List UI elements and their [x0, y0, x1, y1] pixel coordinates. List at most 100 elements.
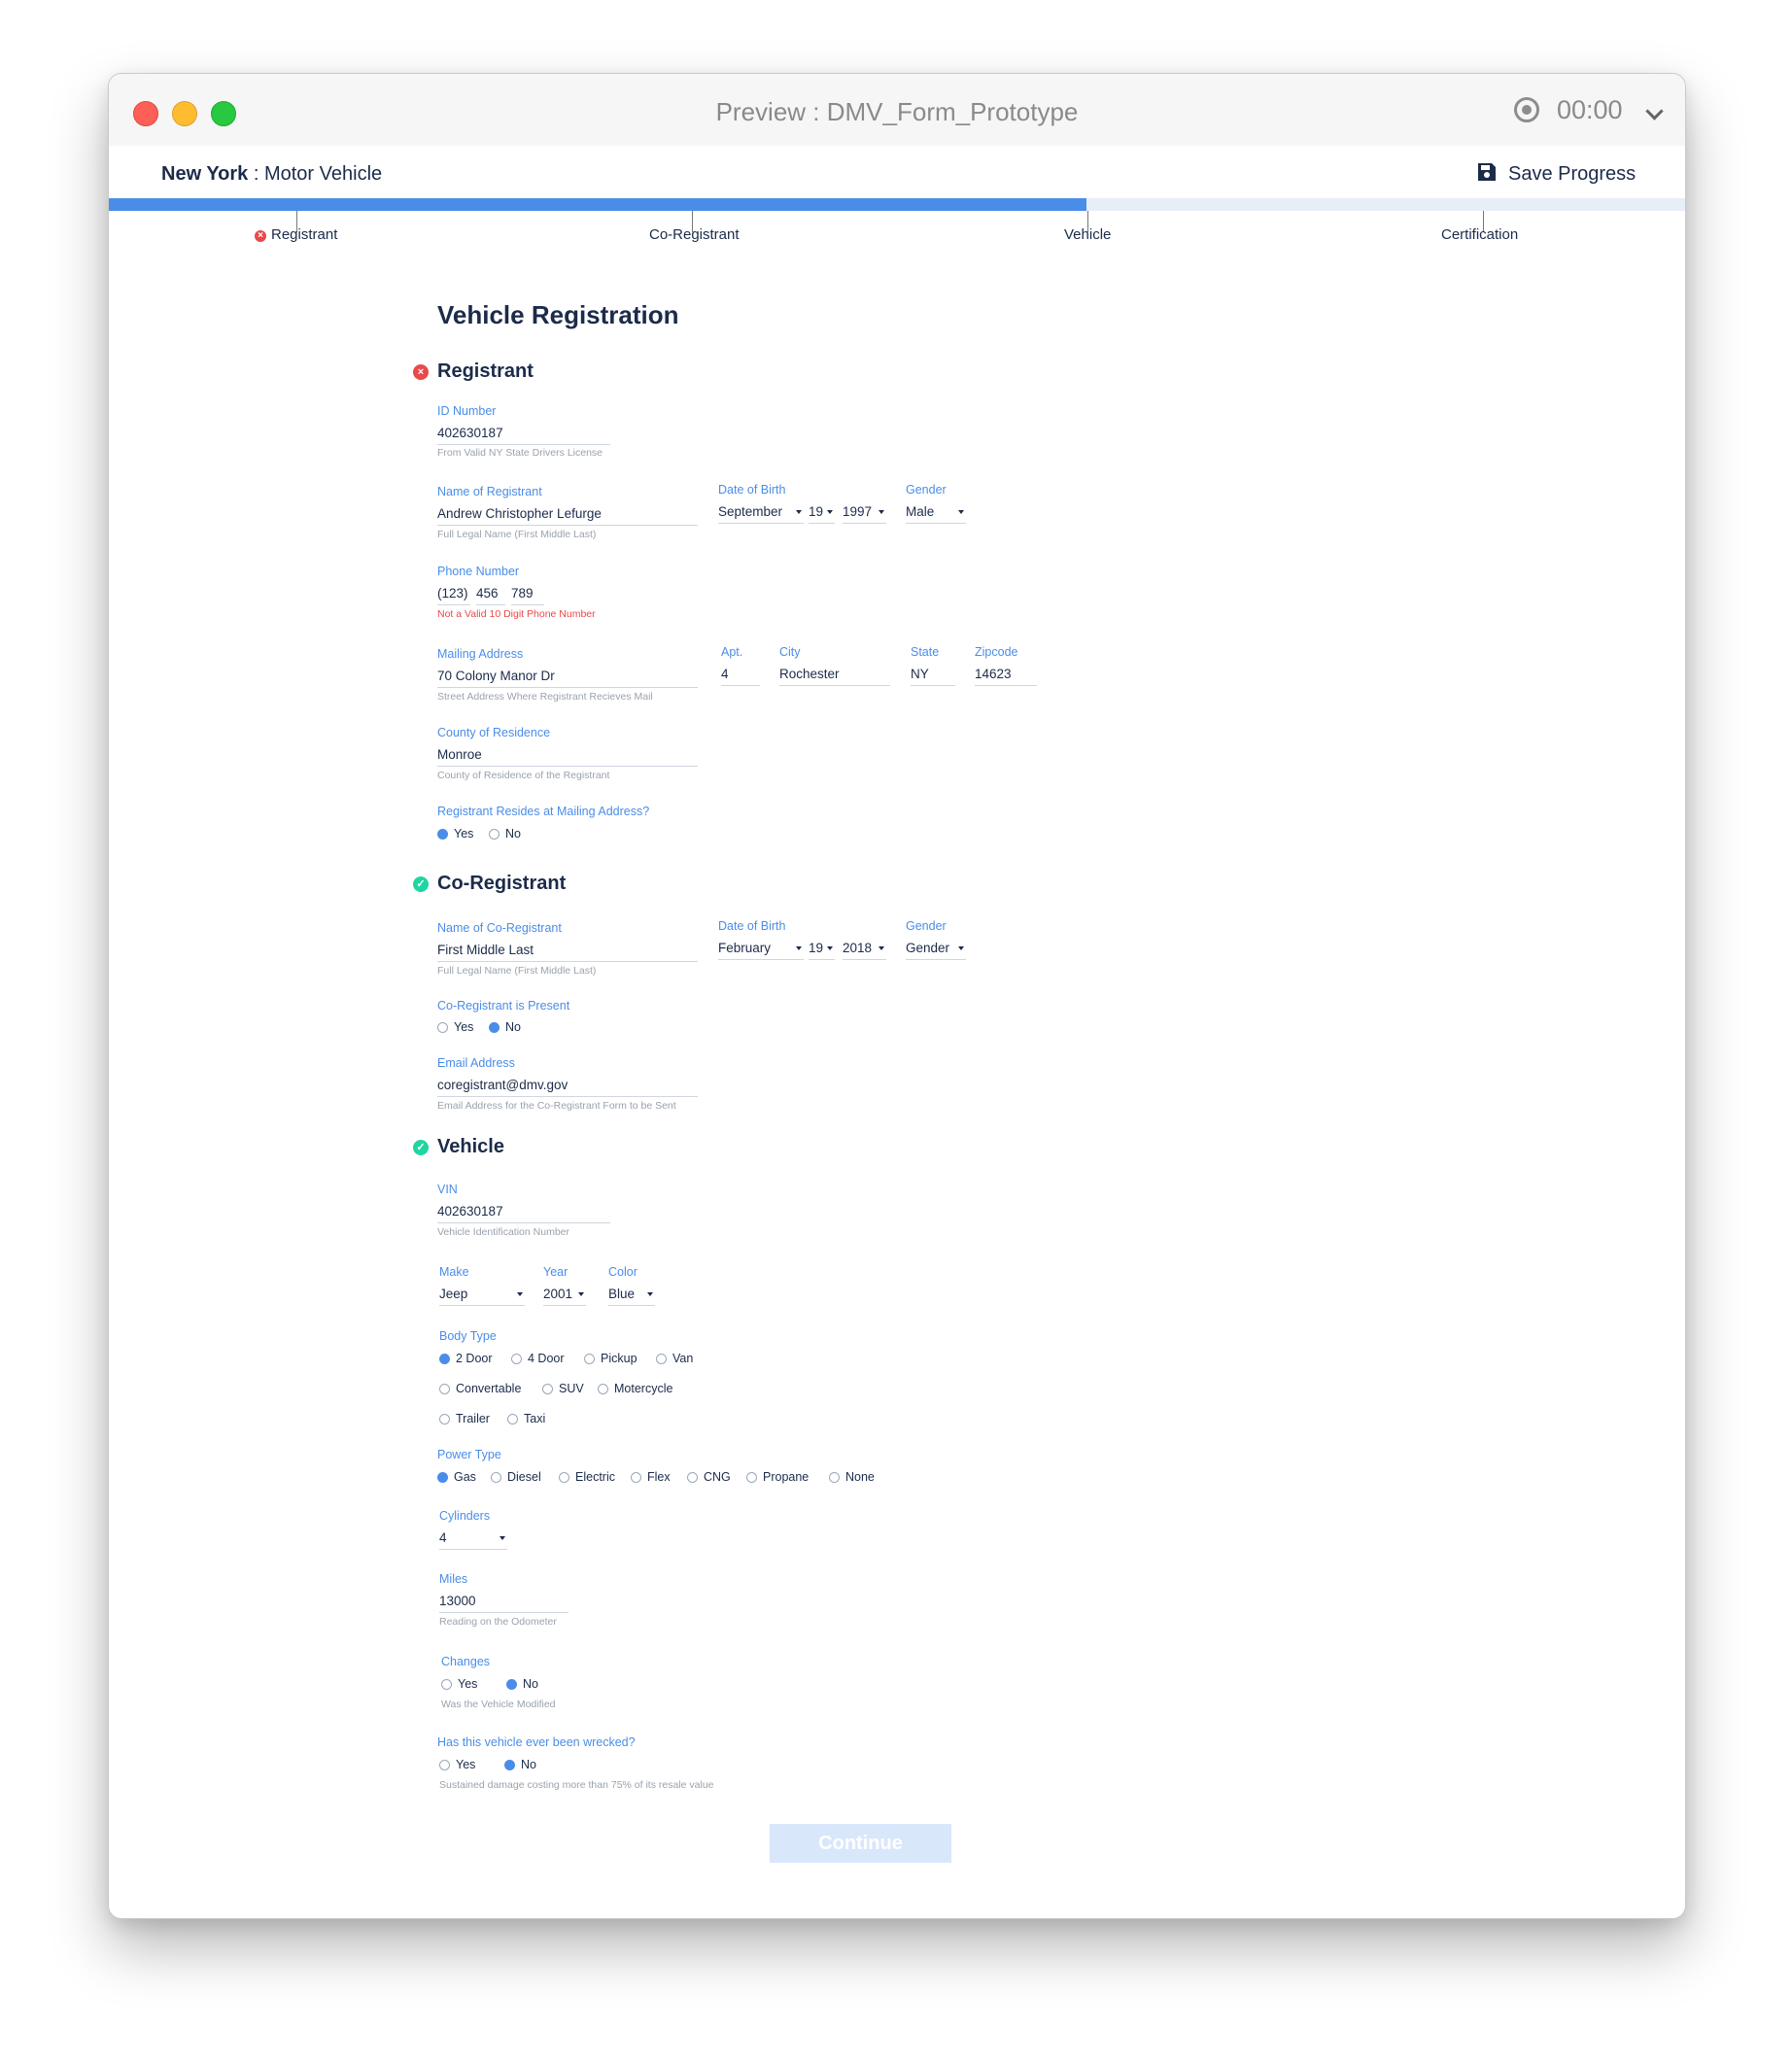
form-title: Vehicle Registration — [437, 300, 679, 329]
radio-label: No — [523, 1677, 538, 1691]
year-label: Year — [543, 1265, 569, 1279]
state-input[interactable]: NY — [911, 667, 955, 686]
city-input[interactable]: Rochester — [779, 667, 890, 686]
dob-year-value: 1997 — [843, 504, 873, 519]
make-select[interactable]: Jeep — [439, 1287, 525, 1306]
check-icon: ✓ — [413, 876, 429, 892]
power-diesel-radio[interactable]: Diesel — [491, 1470, 541, 1484]
step-registrant[interactable]: × Registrant — [255, 226, 337, 243]
changes-yes-radio[interactable]: Yes — [441, 1677, 477, 1691]
color-label: Color — [608, 1265, 638, 1279]
city-label: City — [779, 645, 801, 659]
radio-label: Electric — [575, 1470, 615, 1484]
gender-select[interactable]: Male — [906, 504, 966, 524]
zipcode-input[interactable]: 14623 — [975, 667, 1037, 686]
save-icon[interactable] — [1477, 162, 1497, 182]
gender-label: Gender — [906, 483, 947, 497]
wrecked-no-radio[interactable]: No — [504, 1758, 536, 1771]
co-dob-year-select[interactable]: 2018 — [843, 941, 886, 960]
co-dob-day-select[interactable]: 19 — [809, 941, 835, 960]
power-propane-radio[interactable]: Propane — [746, 1470, 809, 1484]
co-dob-label: Date of Birth — [718, 919, 786, 933]
section-registrant: Registrant — [437, 360, 534, 382]
progress-track — [109, 198, 1685, 211]
power-electric-radio[interactable]: Electric — [559, 1470, 615, 1484]
co-gender-select[interactable]: Gender — [906, 941, 966, 960]
phone-area-input[interactable]: (123) — [437, 586, 470, 605]
error-icon: × — [255, 230, 266, 242]
body-suv-radio[interactable]: SUV — [542, 1382, 584, 1395]
step-label: Registrant — [271, 226, 338, 243]
email-input[interactable]: coregistrant@dmv.gov — [437, 1078, 698, 1097]
co-present-yes-radio[interactable]: Yes — [437, 1020, 473, 1034]
changes-no-radio[interactable]: No — [506, 1677, 538, 1691]
vin-hint: Vehicle Identification Number — [437, 1226, 569, 1238]
radio-label: Diesel — [507, 1470, 541, 1484]
county-input[interactable]: Monroe — [437, 747, 698, 767]
zipcode-label: Zipcode — [975, 645, 1018, 659]
year-select[interactable]: 2001 — [543, 1287, 586, 1306]
resides-yes-radio[interactable]: Yes — [437, 827, 473, 841]
step-certification[interactable]: Certification — [1441, 226, 1518, 243]
miles-input[interactable]: 13000 — [439, 1594, 569, 1613]
section-vehicle: Vehicle — [437, 1136, 504, 1157]
co-present-no-radio[interactable]: No — [489, 1020, 521, 1034]
dob-year-select[interactable]: 1997 — [843, 504, 886, 524]
save-progress-button[interactable]: Save Progress — [1508, 163, 1636, 186]
radio-label: Yes — [456, 1758, 476, 1771]
vin-input[interactable]: 402630187 — [437, 1204, 610, 1223]
co-dob-month-value: February — [718, 941, 772, 955]
dob-month-select[interactable]: September — [718, 504, 804, 524]
year-value: 2001 — [543, 1287, 573, 1301]
section-co-registrant: Co-Registrant — [437, 873, 567, 894]
radio-label: Gas — [454, 1470, 476, 1484]
brand-name: Motor Vehicle — [263, 163, 383, 185]
body-2door-radio[interactable]: 2 Door — [439, 1352, 493, 1365]
body-van-radio[interactable]: Van — [656, 1352, 693, 1365]
step-vehicle[interactable]: Vehicle — [1064, 226, 1111, 243]
co-name-input[interactable]: First Middle Last — [437, 943, 698, 962]
id-number-label: ID Number — [437, 404, 497, 418]
wrecked-yes-radio[interactable]: Yes — [439, 1758, 475, 1771]
mailing-address-input[interactable]: 70 Colony Manor Dr — [437, 669, 698, 688]
phone-prefix-input[interactable]: 456 — [476, 586, 505, 605]
id-number-input[interactable]: 402630187 — [437, 426, 610, 445]
record-icon[interactable] — [1514, 97, 1539, 122]
body-trailer-radio[interactable]: Trailer — [439, 1412, 490, 1425]
co-dob-month-select[interactable]: February — [718, 941, 804, 960]
co-dob-day-value: 19 — [809, 941, 824, 955]
power-none-radio[interactable]: None — [829, 1470, 875, 1484]
body-4door-radio[interactable]: 4 Door — [511, 1352, 565, 1365]
step-co-registrant[interactable]: Co-Registrant — [649, 226, 740, 243]
color-select[interactable]: Blue — [608, 1287, 655, 1306]
apt-label: Apt. — [721, 645, 743, 659]
body-convertable-radio[interactable]: Convertable — [439, 1382, 521, 1395]
brand-state: New York — [161, 163, 249, 185]
dob-day-select[interactable]: 19 — [809, 504, 835, 524]
radio-label: Van — [672, 1352, 694, 1365]
id-number-hint: From Valid NY State Drivers License — [437, 447, 603, 459]
continue-button[interactable]: Continue — [770, 1824, 951, 1863]
power-flex-radio[interactable]: Flex — [631, 1470, 671, 1484]
mailing-address-label: Mailing Address — [437, 647, 524, 661]
miles-hint: Reading on the Odometer — [439, 1616, 557, 1628]
radio-label: 4 Door — [528, 1352, 565, 1365]
cylinders-select[interactable]: 4 — [439, 1530, 507, 1550]
radio-label: No — [505, 1020, 521, 1034]
body-taxi-radio[interactable]: Taxi — [507, 1412, 545, 1425]
apt-input[interactable]: 4 — [721, 667, 760, 686]
co-dob-year-value: 2018 — [843, 941, 873, 955]
body-pickup-radio[interactable]: Pickup — [584, 1352, 638, 1365]
body-type-label: Body Type — [439, 1329, 497, 1343]
phone-line-input[interactable]: 789 — [511, 586, 544, 605]
registrant-name-input[interactable]: Andrew Christopher Lefurge — [437, 506, 698, 526]
progress-fill — [109, 198, 1086, 211]
radio-label: Yes — [454, 1020, 474, 1034]
power-cng-radio[interactable]: CNG — [687, 1470, 731, 1484]
power-gas-radio[interactable]: Gas — [437, 1470, 476, 1484]
timer: 00:00 — [1557, 95, 1623, 124]
body-motercycle-radio[interactable]: Motercycle — [598, 1382, 672, 1395]
state-label: State — [911, 645, 940, 659]
resides-no-radio[interactable]: No — [489, 827, 521, 841]
color-value: Blue — [608, 1287, 636, 1301]
